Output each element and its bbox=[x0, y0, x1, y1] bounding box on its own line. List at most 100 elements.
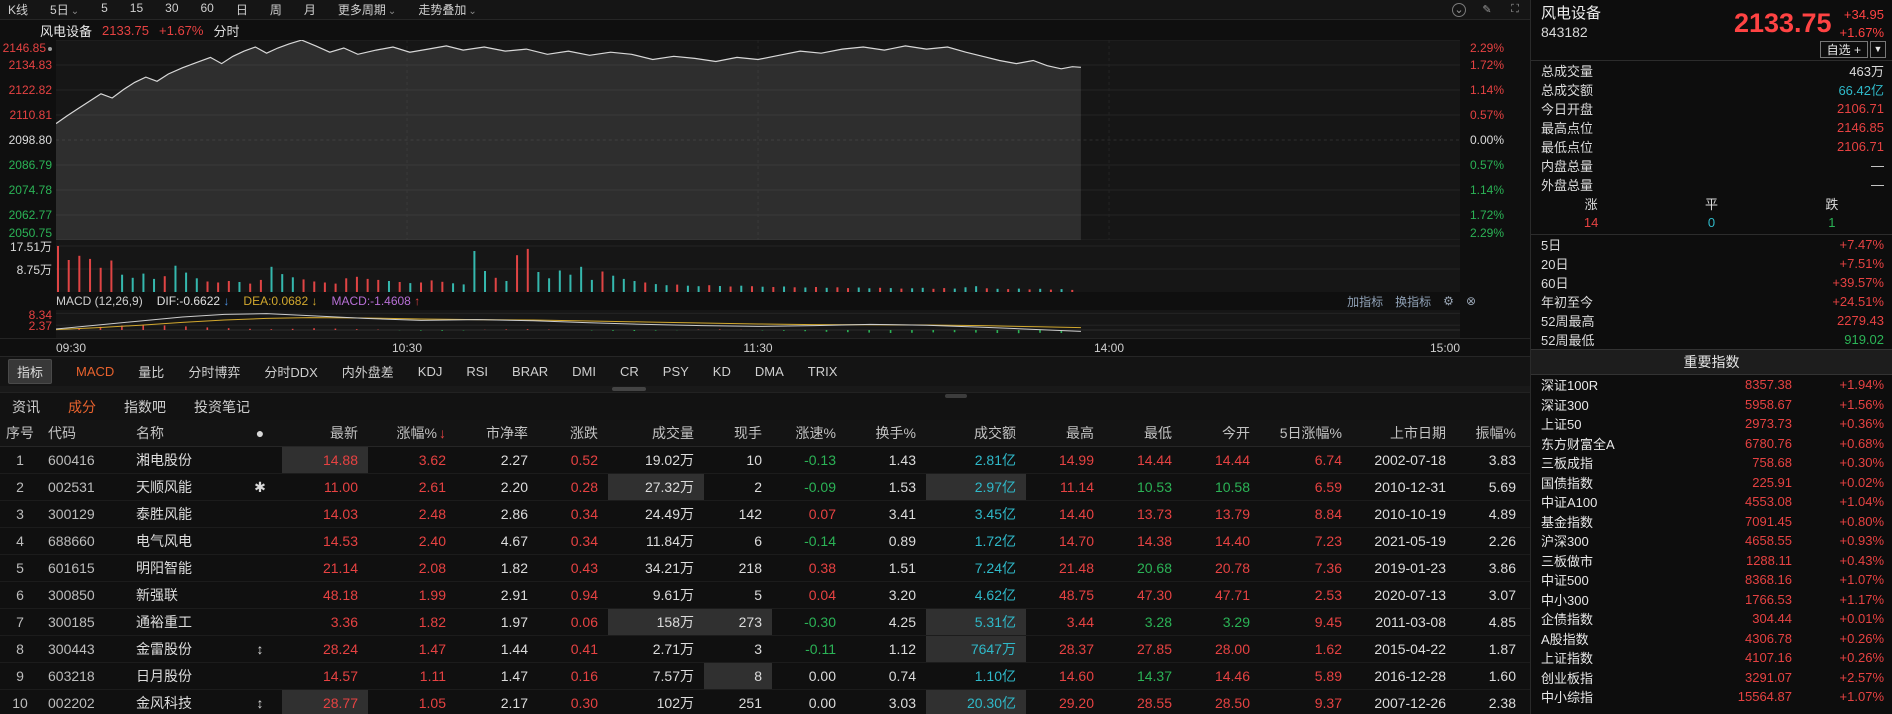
index-row[interactable]: 中小综指15564.87+1.07% bbox=[1531, 687, 1892, 707]
chart-price: 2133.75 bbox=[102, 23, 149, 38]
content-tab-资讯[interactable]: 资讯 bbox=[12, 397, 40, 417]
header-last[interactable]: 最新 bbox=[282, 420, 368, 446]
index-row[interactable]: 上证指数4107.16+0.26% bbox=[1531, 648, 1892, 668]
header-pb-ratio[interactable]: 市净率 bbox=[456, 420, 538, 446]
index-row[interactable]: A股指数4306.78+0.26% bbox=[1531, 629, 1892, 649]
toolbar-item-走势叠加[interactable]: 走势叠加⌄ bbox=[418, 1, 476, 18]
header-turnover[interactable]: 换手% bbox=[846, 420, 926, 446]
table-row[interactable]: 10002202金风科技↕28.771.052.170.30102万2510.0… bbox=[0, 690, 1530, 714]
toolbar-item-日[interactable]: 日 bbox=[236, 1, 248, 18]
header-name[interactable]: 名称 bbox=[128, 420, 238, 446]
indicator-tab-量比[interactable]: 量比 bbox=[138, 362, 164, 381]
header-volume[interactable]: 成交量 bbox=[608, 420, 704, 446]
index-name: 企债指数 bbox=[1541, 609, 1684, 628]
cell-high: 28.37 bbox=[1026, 636, 1104, 662]
table-row[interactable]: 5601615明阳智能21.142.081.820.4334.21万2180.3… bbox=[0, 555, 1530, 582]
indicator-tab-BRAR[interactable]: BRAR bbox=[512, 364, 548, 379]
content-tab-指数吧[interactable]: 指数吧 bbox=[124, 397, 166, 417]
index-row[interactable]: 上证502973.73+0.36% bbox=[1531, 414, 1892, 434]
header-pct-change[interactable]: 涨幅%↓ bbox=[368, 420, 456, 446]
indicator-tab-MACD[interactable]: MACD bbox=[76, 364, 114, 379]
index-row[interactable]: 中小3001766.53+1.17% bbox=[1531, 590, 1892, 610]
index-row[interactable]: 中证A1004553.08+1.04% bbox=[1531, 492, 1892, 512]
scrollbar-thumb[interactable] bbox=[612, 387, 646, 391]
indicator-tab-分时DDX[interactable]: 分时DDX bbox=[264, 362, 317, 381]
gear-icon[interactable]: ⚙ bbox=[1443, 294, 1454, 308]
period-row: 60日+39.57% bbox=[1531, 273, 1892, 292]
index-row[interactable]: 中证5008368.16+1.07% bbox=[1531, 570, 1892, 590]
action-换指标[interactable]: 换指标 bbox=[1395, 293, 1431, 310]
indicator-tab-PSY[interactable]: PSY bbox=[663, 364, 689, 379]
fullscreen-icon[interactable]: ⛶ bbox=[1508, 3, 1522, 17]
toolbar-item-月[interactable]: 月 bbox=[304, 1, 316, 18]
volume-chart[interactable]: 17.51万8.75万 bbox=[0, 240, 1530, 292]
index-row[interactable]: 上证18010213.38+0.53% bbox=[1531, 707, 1892, 712]
indicator-tab-TRIX[interactable]: TRIX bbox=[808, 364, 838, 379]
header-marker[interactable]: ● bbox=[238, 420, 282, 446]
index-row[interactable]: 深证100R8357.38+1.94% bbox=[1531, 375, 1892, 395]
toolbar-item-30[interactable]: 30 bbox=[165, 1, 178, 18]
index-row[interactable]: 沪深3004658.55+0.93% bbox=[1531, 531, 1892, 551]
price-chart[interactable]: 2146.852134.832122.822110.812098.802086.… bbox=[0, 40, 1530, 240]
index-row[interactable]: 基金指数7091.45+0.80% bbox=[1531, 512, 1892, 532]
table-row[interactable]: 9603218日月股份14.571.111.470.167.57万80.000.… bbox=[0, 663, 1530, 690]
indicator-tab-DMI[interactable]: DMI bbox=[572, 364, 596, 379]
index-row[interactable]: 深证3005958.67+1.56% bbox=[1531, 395, 1892, 415]
table-scrollbar-thumb[interactable] bbox=[945, 394, 967, 398]
header-change[interactable]: 涨跌 bbox=[538, 420, 608, 446]
table-row[interactable]: 3300129泰胜风能14.032.482.860.3424.49万1420.0… bbox=[0, 501, 1530, 528]
header-lot[interactable]: 现手 bbox=[704, 420, 772, 446]
toolbar-item-5日[interactable]: 5日⌄ bbox=[50, 1, 79, 18]
header-low[interactable]: 最低 bbox=[1104, 420, 1182, 446]
indicator-tab-分时博弈[interactable]: 分时博弈 bbox=[188, 362, 240, 381]
table-row[interactable]: 4688660电气风电14.532.404.670.3411.84万6-0.14… bbox=[0, 528, 1530, 555]
toolbar-item-更多周期[interactable]: 更多周期⌄ bbox=[338, 1, 396, 18]
index-change-pct: +0.36% bbox=[1792, 416, 1884, 431]
close-icon[interactable]: ⊗ bbox=[1466, 294, 1476, 308]
toolbar-item-60[interactable]: 60 bbox=[201, 1, 214, 18]
macd-chart[interactable]: 8.342.37 bbox=[0, 310, 1530, 338]
index-row[interactable]: 三板成指758.68+0.30% bbox=[1531, 453, 1892, 473]
indicator-tab-CR[interactable]: CR bbox=[620, 364, 639, 379]
add-watchlist-button[interactable]: 自选 + bbox=[1820, 41, 1868, 58]
index-row[interactable]: 企债指数304.44+0.01% bbox=[1531, 609, 1892, 629]
macd-plot-area[interactable] bbox=[56, 310, 1460, 338]
toolbar-item-5[interactable]: 5 bbox=[101, 1, 108, 18]
header-ipo-date[interactable]: 上市日期 bbox=[1352, 420, 1456, 446]
table-row[interactable]: 6300850新强联48.181.992.910.949.61万50.043.2… bbox=[0, 582, 1530, 609]
header-index[interactable]: 序号 bbox=[0, 420, 40, 446]
indicator-tab-内外盘差[interactable]: 内外盘差 bbox=[342, 362, 394, 381]
header-high[interactable]: 最高 bbox=[1026, 420, 1104, 446]
table-row[interactable]: 8300443金雷股份↕28.241.471.440.412.71万3-0.11… bbox=[0, 636, 1530, 663]
indicator-tab-DMA[interactable]: DMA bbox=[755, 364, 784, 379]
volume-plot-area[interactable] bbox=[56, 240, 1460, 292]
price-plot-area[interactable] bbox=[56, 40, 1460, 240]
header-code[interactable]: 代码 bbox=[40, 420, 128, 446]
table-row[interactable]: 7300185通裕重工3.361.821.970.06158万273-0.304… bbox=[0, 609, 1530, 636]
index-row[interactable]: 东方财富全A6780.76+0.68% bbox=[1531, 434, 1892, 454]
indicator-tab-KDJ[interactable]: KDJ bbox=[418, 364, 443, 379]
index-row[interactable]: 创业板指3291.07+2.57% bbox=[1531, 668, 1892, 688]
watchlist-dropdown-button[interactable]: ▼ bbox=[1870, 41, 1886, 58]
toolbar-item-周[interactable]: 周 bbox=[270, 1, 282, 18]
action-加指标[interactable]: 加指标 bbox=[1347, 293, 1383, 310]
history-circle-icon[interactable]: ⌄ bbox=[1452, 3, 1466, 17]
table-row[interactable]: 2002531天顺风能✱11.002.612.200.2827.32万2-0.0… bbox=[0, 474, 1530, 501]
index-row[interactable]: 国债指数225.91+0.02% bbox=[1531, 473, 1892, 493]
table-row[interactable]: 1600416湘电股份14.883.622.270.5219.02万10-0.1… bbox=[0, 447, 1530, 474]
index-row[interactable]: 三板做市1288.11+0.43% bbox=[1531, 551, 1892, 571]
header-open[interactable]: 今开 bbox=[1182, 420, 1260, 446]
header-5d-change[interactable]: 5日涨幅% bbox=[1260, 420, 1352, 446]
draw-icon[interactable]: ✎ bbox=[1480, 3, 1494, 17]
content-tab-投资笔记[interactable]: 投资笔记 bbox=[194, 397, 250, 417]
content-tab-成分[interactable]: 成分 bbox=[68, 397, 96, 417]
indicator-tab-KD[interactable]: KD bbox=[713, 364, 731, 379]
header-amount[interactable]: 成交额 bbox=[926, 420, 1026, 446]
indicator-tab-指标[interactable]: 指标 bbox=[8, 359, 52, 384]
header-speed[interactable]: 涨速% bbox=[772, 420, 846, 446]
cell-speed: -0.30 bbox=[772, 609, 846, 635]
toolbar-item-K线[interactable]: K线 bbox=[8, 1, 28, 18]
toolbar-item-15[interactable]: 15 bbox=[130, 1, 143, 18]
header-amplitude[interactable]: 振幅% bbox=[1456, 420, 1526, 446]
indicator-tab-RSI[interactable]: RSI bbox=[466, 364, 488, 379]
